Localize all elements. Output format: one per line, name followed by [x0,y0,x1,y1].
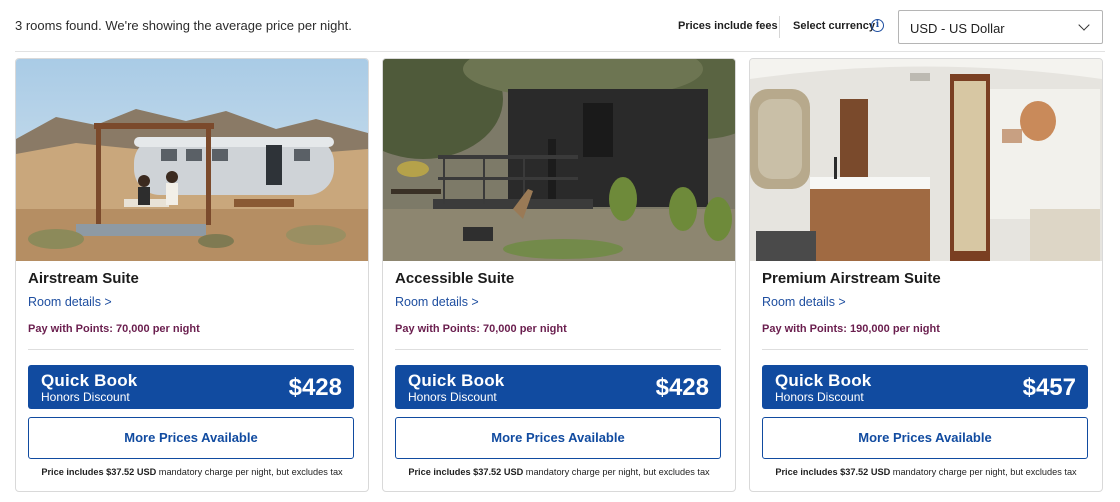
results-toolbar: 3 rooms found. We're showing the average… [0,0,1120,52]
price-disclaimer: Price includes $37.52 USD mandatory char… [16,467,368,477]
disclaimer-charge: Price includes $37.52 USD [775,467,891,477]
info-icon[interactable]: i [871,19,884,32]
toolbar-divider [779,16,780,38]
room-details-link[interactable]: Room details > [28,295,112,309]
quick-book-button[interactable]: Quick Book Honors Discount $457 [762,365,1088,409]
room-photo-airstream-suite[interactable] [16,59,368,261]
card-divider [28,349,354,350]
quick-book-title: Quick Book [775,371,872,390]
points-price: Pay with Points: 190,000 per night [762,323,940,335]
quick-book-price: $428 [655,374,709,401]
room-details-link[interactable]: Room details > [395,295,479,309]
quick-book-rate-name: Honors Discount [41,390,130,404]
room-card-airstream-suite: Airstream Suite Room details > Pay with … [15,58,369,492]
room-card-premium-airstream-suite: Premium Airstream Suite Room details > P… [749,58,1103,492]
price-disclaimer: Price includes $37.52 USD mandatory char… [383,467,735,477]
more-prices-button[interactable]: More Prices Available [28,417,354,459]
card-divider [395,349,721,350]
select-currency-label: Select currency [793,20,875,32]
more-prices-button[interactable]: More Prices Available [762,417,1088,459]
quick-book-price: $428 [288,374,342,401]
chevron-down-icon [1078,19,1090,31]
disclaimer-text: mandatory charge per night, but excludes… [892,467,1077,477]
room-details-link[interactable]: Room details > [762,295,846,309]
quick-book-button[interactable]: Quick Book Honors Discount $428 [395,365,721,409]
prices-include-fees-label[interactable]: Prices include fees [678,20,778,32]
room-name: Premium Airstream Suite [762,270,941,287]
room-name: Accessible Suite [395,270,515,287]
card-divider [762,349,1088,350]
quick-book-rate-name: Honors Discount [775,390,864,404]
price-disclaimer: Price includes $37.52 USD mandatory char… [750,467,1102,477]
currency-select[interactable]: USD - US Dollar [898,10,1103,44]
currency-select-value: USD - US Dollar [910,21,1005,36]
disclaimer-charge: Price includes $37.52 USD [41,467,157,477]
quick-book-title: Quick Book [408,371,505,390]
room-card-accessible-suite: Accessible Suite Room details > Pay with… [382,58,736,492]
disclaimer-text: mandatory charge per night, but excludes… [525,467,710,477]
quick-book-price: $457 [1022,374,1076,401]
points-price: Pay with Points: 70,000 per night [395,323,567,335]
more-prices-button[interactable]: More Prices Available [395,417,721,459]
room-photo-premium-airstream-suite[interactable] [750,59,1102,261]
quick-book-rate-name: Honors Discount [408,390,497,404]
room-photo-accessible-suite[interactable] [383,59,735,261]
results-summary: 3 rooms found. We're showing the average… [15,18,352,33]
points-price: Pay with Points: 70,000 per night [28,323,200,335]
disclaimer-text: mandatory charge per night, but excludes… [158,467,343,477]
room-name: Airstream Suite [28,270,139,287]
quick-book-button[interactable]: Quick Book Honors Discount $428 [28,365,354,409]
disclaimer-charge: Price includes $37.52 USD [408,467,524,477]
toolbar-separator [15,51,1105,52]
quick-book-title: Quick Book [41,371,138,390]
